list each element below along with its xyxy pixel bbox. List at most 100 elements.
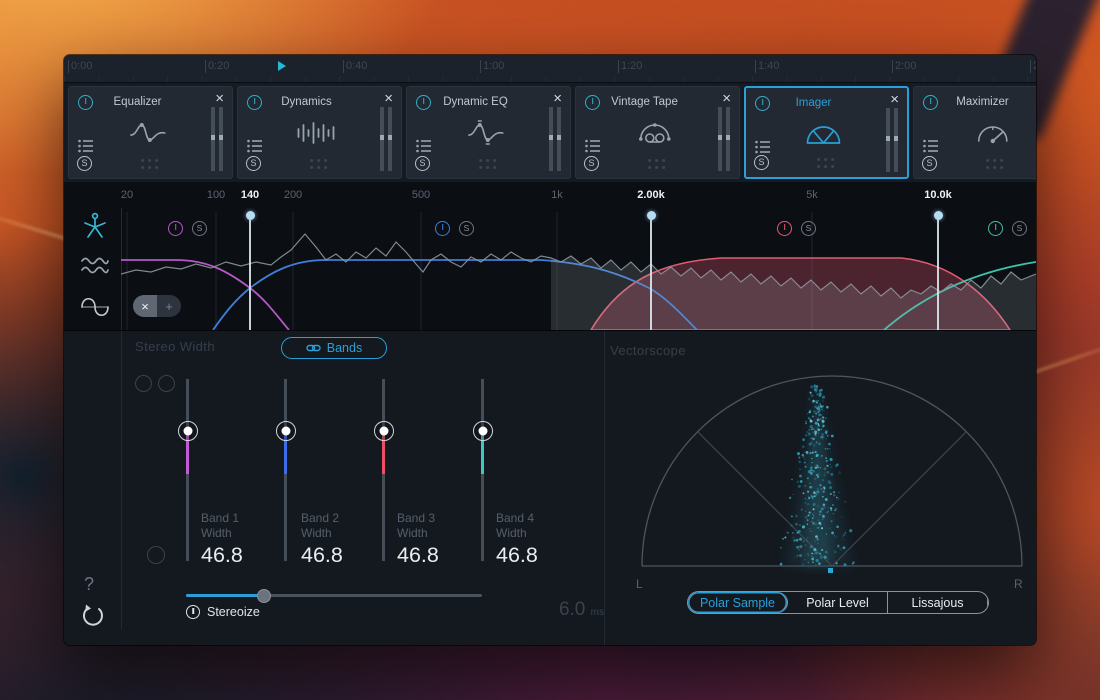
drag-handle-dots[interactable] [648, 159, 665, 169]
close-icon[interactable]: × [384, 91, 393, 107]
module-card[interactable]: Maximizer × S [913, 86, 1036, 179]
vectorscope-mode-button[interactable]: Polar Level [788, 592, 888, 613]
band-width-value[interactable]: 46.8 [201, 543, 291, 568]
frequency-label: 2.00k [637, 189, 665, 201]
vectorscope-mode-button[interactable]: Polar Sample [688, 592, 788, 613]
slider-handle[interactable] [473, 421, 493, 441]
band-solo-icon[interactable]: S [1012, 221, 1027, 236]
crossover-dot-icon[interactable] [647, 211, 656, 220]
timeline-tick [343, 60, 344, 73]
module-card[interactable]: Dynamic EQ × S [406, 86, 571, 179]
dynamic-eq-icon [465, 117, 505, 149]
bands-link-button[interactable]: Bands [281, 337, 387, 359]
band-width-slider[interactable] [481, 379, 484, 561]
imager-icon [801, 118, 845, 148]
solo-icon[interactable]: S [584, 156, 599, 171]
module-card[interactable]: Vintage Tape × S [575, 86, 740, 179]
drag-handle-dots[interactable] [986, 159, 1003, 169]
frequency-label: 5k [806, 189, 818, 201]
band-solo-icon[interactable]: S [459, 221, 474, 236]
band-solo-icon[interactable]: S [801, 221, 816, 236]
band-power-icon[interactable] [435, 221, 450, 236]
stereo-width-title: Stereo Width [135, 339, 215, 354]
frequency-label: 200 [284, 189, 302, 201]
timeline-label: 0:40 [343, 60, 367, 73]
preset-list-icon[interactable] [585, 139, 601, 153]
preset-list-icon[interactable] [78, 139, 94, 153]
drag-handle-dots[interactable] [479, 159, 496, 169]
band-solo-icon[interactable]: S [192, 221, 207, 236]
stereoize-slider-handle[interactable] [257, 589, 271, 603]
frequency-label: 500 [412, 189, 430, 201]
crossover-dot-icon[interactable] [934, 211, 943, 220]
band-power-icon[interactable] [777, 221, 792, 236]
band-add-remove-control: × + [133, 295, 181, 317]
module-card[interactable]: Equalizer × S [68, 86, 233, 179]
drag-handle-dots[interactable] [310, 159, 327, 169]
vectorscope-mode-button[interactable]: Lissajous [888, 592, 988, 613]
module-title: Maximizer [914, 96, 1036, 108]
spectrum-curves [121, 212, 1036, 330]
band-power-icon[interactable] [988, 221, 1003, 236]
equalizer-icon [127, 117, 167, 149]
stereoize-slider[interactable] [186, 594, 482, 597]
timeline-label: 1:00 [480, 60, 504, 73]
close-icon[interactable]: × [890, 92, 899, 108]
close-icon[interactable]: × [215, 91, 224, 107]
module-card[interactable]: Imager × S [744, 86, 909, 179]
band-width-slider[interactable] [284, 379, 287, 561]
link-icon [306, 343, 321, 353]
stereo-image-view-icon[interactable] [82, 212, 108, 240]
playhead-icon[interactable] [278, 61, 286, 71]
module-chain: Equalizer × S [64, 83, 1036, 182]
timeline-tick [892, 60, 893, 73]
frequency-label: 100 [207, 189, 225, 201]
level-meter [211, 107, 223, 171]
lower-panels: ? Stereo Width Bands [64, 330, 1036, 645]
close-icon[interactable]: × [553, 91, 562, 107]
left-channel-label: L [636, 577, 643, 591]
solo-icon[interactable]: S [754, 155, 769, 170]
band-power-icon[interactable] [168, 221, 183, 236]
stereo-circles-icon[interactable] [135, 375, 175, 392]
solo-icon[interactable]: S [922, 156, 937, 171]
spectrum-view-icon[interactable] [80, 254, 110, 278]
waveform-view-icon[interactable] [80, 292, 110, 322]
module-card[interactable]: Dynamics × S [237, 86, 402, 179]
band-label: Width [301, 526, 391, 541]
level-meter [549, 107, 561, 171]
solo-icon[interactable]: S [415, 156, 430, 171]
solo-icon[interactable]: S [246, 156, 261, 171]
stereoize-delay-value[interactable]: 6.0 ms [519, 599, 604, 621]
stereoize-power-icon[interactable] [186, 605, 200, 619]
level-meter [718, 107, 730, 171]
band-width-value[interactable]: 46.8 [301, 543, 391, 568]
add-band-button[interactable]: + [157, 295, 181, 317]
frequency-label: 10.0k [924, 189, 952, 201]
reset-icon[interactable] [79, 603, 105, 629]
slider-handle[interactable] [276, 421, 296, 441]
band-width-value[interactable]: 46.8 [496, 543, 586, 568]
preset-list-icon[interactable] [923, 139, 939, 153]
solo-icon[interactable]: S [77, 156, 92, 171]
band-width-slider[interactable] [382, 379, 385, 561]
close-icon[interactable]: × [722, 91, 731, 107]
help-icon[interactable]: ? [84, 574, 94, 595]
timeline-label: 1:40 [755, 60, 779, 73]
slider-handle[interactable] [374, 421, 394, 441]
preset-list-icon[interactable] [755, 140, 771, 154]
band-width-slider[interactable] [186, 379, 189, 561]
mono-circle-icon[interactable] [147, 546, 165, 564]
band-width-value[interactable]: 46.8 [397, 543, 487, 568]
drag-handle-dots[interactable] [141, 159, 158, 169]
balance-marker-icon [828, 568, 833, 573]
remove-band-button[interactable]: × [133, 295, 157, 317]
timeline-ruler[interactable]: 0:00 0:20 0:40 1:00 1:20 [64, 55, 1036, 83]
preset-list-icon[interactable] [247, 139, 263, 153]
slider-handle[interactable] [178, 421, 198, 441]
view-selector-rail [75, 212, 115, 322]
preset-list-icon[interactable] [416, 139, 432, 153]
drag-handle-dots[interactable] [817, 158, 834, 168]
vectorscope-mode-switch: Polar Sample Polar Level Lissajous [687, 591, 989, 614]
crossover-dot-icon[interactable] [246, 211, 255, 220]
